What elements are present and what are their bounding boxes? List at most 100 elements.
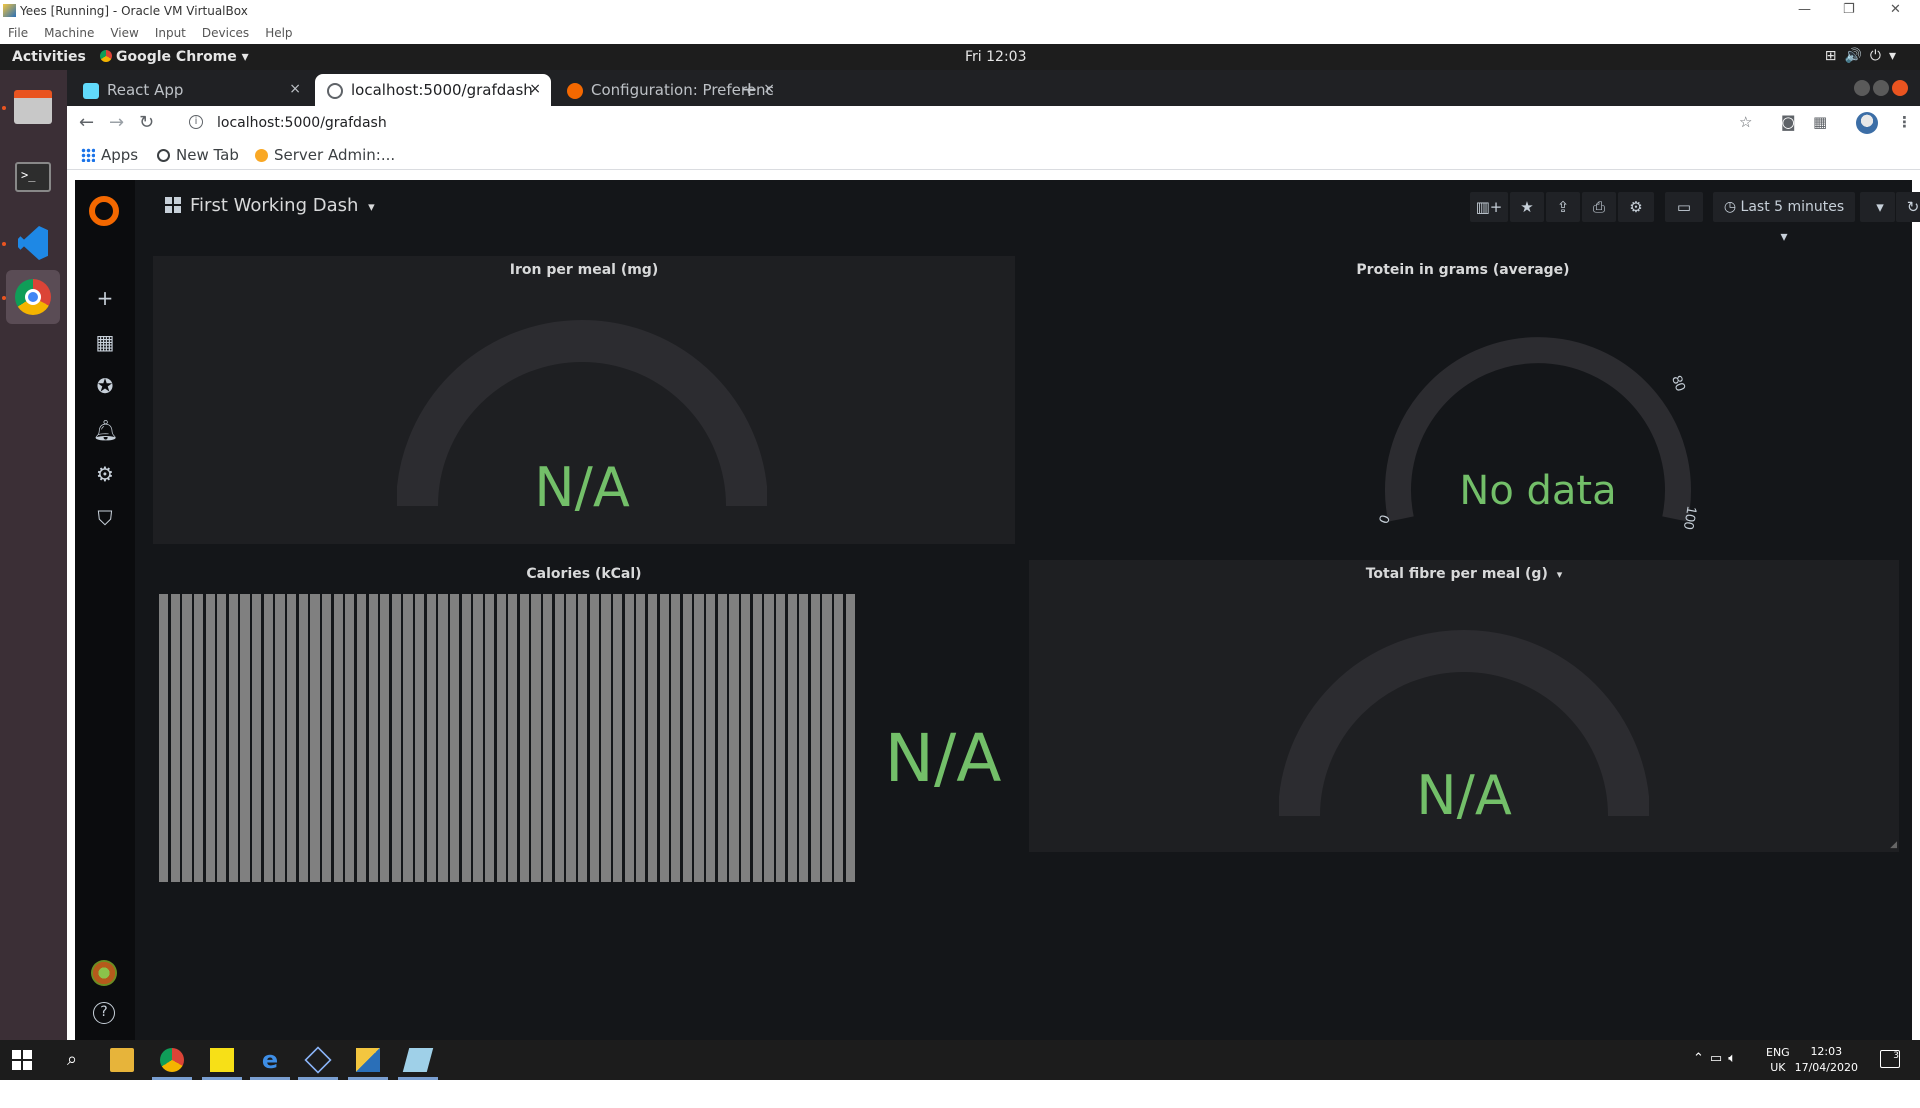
address-bar[interactable]: i localhost:5000/grafdash bbox=[179, 109, 1759, 137]
tab-close-icon[interactable]: × bbox=[763, 81, 775, 97]
bar-gauge-segment bbox=[484, 594, 495, 882]
menu-input[interactable]: Input bbox=[147, 22, 194, 40]
save-dashboard-button[interactable]: ⎙ bbox=[1582, 192, 1616, 222]
bookmark-apps[interactable]: Apps bbox=[81, 146, 138, 164]
camera-extension-icon[interactable]: ◙ bbox=[1781, 113, 1796, 131]
app-menu[interactable]: Google Chrome ▾ bbox=[100, 49, 249, 65]
server-admin-shield-icon[interactable]: ⛉ bbox=[93, 506, 117, 530]
menu-dots-icon[interactable]: ⋮ bbox=[1897, 113, 1912, 131]
taskbar-clock[interactable]: 12:03 17/04/2020 bbox=[1795, 1044, 1858, 1076]
star-icon[interactable]: ☆ bbox=[1739, 113, 1752, 131]
time-range-picker[interactable]: ◷ Last 5 minutes ▾ bbox=[1713, 192, 1855, 245]
extension-icon[interactable]: ▦ bbox=[1813, 113, 1827, 131]
explore-compass-icon[interactable]: ✪ bbox=[93, 374, 117, 398]
edge-icon[interactable]: e bbox=[258, 1048, 282, 1072]
resize-handle-icon[interactable]: ◢ bbox=[1890, 840, 1897, 850]
add-panel-button[interactable]: ▥+ bbox=[1470, 192, 1508, 222]
panel-iron[interactable]: Iron per meal (mg) N/A bbox=[153, 256, 1015, 544]
chevron-down-icon: ▾ bbox=[1888, 48, 1904, 64]
maximize-icon[interactable] bbox=[1873, 80, 1889, 96]
menu-machine[interactable]: Machine bbox=[36, 22, 102, 40]
panel-value: N/A bbox=[884, 720, 1002, 797]
refresh-button[interactable]: ↻ bbox=[1896, 192, 1920, 222]
file-explorer-icon[interactable] bbox=[110, 1048, 134, 1072]
create-plus-icon[interactable]: + bbox=[93, 286, 117, 310]
windows-start-icon[interactable] bbox=[12, 1050, 32, 1070]
configuration-gear-icon[interactable]: ⚙ bbox=[93, 462, 117, 486]
panel-calories[interactable]: Calories (kCal) N/A bbox=[153, 560, 1015, 882]
clock[interactable]: Fri 12:03 bbox=[965, 49, 1026, 65]
minimize-icon[interactable]: — bbox=[1798, 2, 1811, 17]
close-icon[interactable]: ✕ bbox=[1890, 2, 1901, 17]
taskbar-time: 12:03 bbox=[1810, 1045, 1843, 1058]
activities-button[interactable]: Activities bbox=[12, 49, 86, 65]
alerting-bell-icon[interactable]: 🔔︎ bbox=[93, 418, 118, 442]
panel-protein[interactable]: Protein in grams (average) 0 80 100 No d… bbox=[1023, 256, 1903, 544]
sticky-notes-icon[interactable] bbox=[210, 1048, 234, 1072]
vscode-icon[interactable] bbox=[6, 216, 60, 270]
running-indicator bbox=[2, 296, 6, 300]
virtualbox-icon[interactable] bbox=[304, 1046, 332, 1074]
restore-icon[interactable]: ❐ bbox=[1843, 2, 1855, 17]
notepad-icon[interactable] bbox=[402, 1048, 434, 1072]
user-avatar[interactable] bbox=[91, 960, 117, 986]
menu-help[interactable]: Help bbox=[257, 22, 300, 40]
bookmark-new-tab[interactable]: New Tab bbox=[157, 146, 239, 164]
dashboards-icon[interactable]: ▦ bbox=[93, 330, 117, 354]
bar-gauge-segment bbox=[752, 594, 762, 882]
panel-title: Protein in grams (average) bbox=[1356, 262, 1570, 278]
reload-icon[interactable]: ↻ bbox=[139, 112, 154, 133]
dashboard-title: First Working Dash bbox=[190, 195, 359, 216]
system-tray[interactable]: ⊞🔊⏻▾ bbox=[1825, 48, 1904, 64]
tab-close-icon[interactable]: × bbox=[289, 81, 301, 97]
help-icon[interactable]: ? bbox=[93, 1002, 115, 1024]
grafana-icon bbox=[567, 83, 583, 99]
star-dashboard-button[interactable]: ★ bbox=[1510, 192, 1544, 222]
grafana-sidebar: + ▦ ✪ 🔔︎ ⚙ ⛉ ? bbox=[75, 180, 135, 1040]
dashboard-picker[interactable]: First Working Dash ▾ bbox=[165, 195, 375, 216]
notification-center-icon[interactable]: 3 bbox=[1880, 1050, 1900, 1068]
info-icon[interactable]: i bbox=[189, 115, 203, 129]
search-icon[interactable]: ⌕ bbox=[60, 1048, 84, 1072]
tab-label: localhost:5000/grafdash bbox=[351, 81, 533, 99]
vm-window-icon[interactable] bbox=[356, 1048, 380, 1072]
language-indicator[interactable]: ENG UK bbox=[1766, 1045, 1790, 1075]
ubuntu-top-bar: Activities Google Chrome ▾ Fri 12:03 ⊞🔊⏻… bbox=[0, 44, 1920, 70]
bar-gauge-segment bbox=[647, 594, 658, 882]
menu-view[interactable]: View bbox=[102, 22, 146, 40]
grafana-icon bbox=[255, 149, 268, 162]
bar-gauge-segment bbox=[694, 594, 704, 882]
minimize-icon[interactable] bbox=[1854, 80, 1870, 96]
close-icon[interactable] bbox=[1892, 80, 1908, 96]
lang-bottom: UK bbox=[1770, 1061, 1786, 1074]
refresh-interval-button[interactable]: ▾ bbox=[1865, 192, 1895, 222]
tab-close-icon[interactable]: × bbox=[529, 81, 541, 97]
chevron-down-icon[interactable]: ▾ bbox=[1557, 568, 1563, 581]
network-icon: ⊞ bbox=[1824, 48, 1845, 64]
grafana-logo-icon[interactable] bbox=[89, 196, 119, 226]
tray-icons[interactable]: ⌃▭🔈︎ bbox=[1693, 1051, 1742, 1066]
tab-grafdash[interactable]: localhost:5000/grafdash × bbox=[315, 74, 551, 106]
profile-avatar[interactable] bbox=[1856, 112, 1878, 134]
terminal-icon[interactable]: >_ bbox=[6, 150, 60, 204]
panel-title-row: Total fibre per meal (g) ▾ bbox=[1029, 566, 1899, 582]
tab-react-app[interactable]: React App × bbox=[71, 74, 311, 106]
bookmark-server-admin[interactable]: Server Admin:... bbox=[255, 146, 395, 164]
chrome-icon[interactable] bbox=[160, 1048, 184, 1072]
menu-devices[interactable]: Devices bbox=[194, 22, 257, 40]
back-icon[interactable]: ← bbox=[79, 112, 94, 133]
tv-mode-button[interactable]: ▭ bbox=[1665, 192, 1703, 222]
dashboard-settings-button[interactable]: ⚙ bbox=[1618, 192, 1654, 222]
chrome-icon[interactable] bbox=[6, 270, 60, 324]
forward-icon[interactable]: → bbox=[109, 112, 124, 133]
menu-file[interactable]: File bbox=[0, 22, 36, 40]
bar-gauge-segment bbox=[671, 594, 681, 882]
share-dashboard-button[interactable]: ⇪ bbox=[1546, 192, 1580, 222]
files-icon[interactable] bbox=[6, 80, 60, 134]
bar-gauge-segment bbox=[193, 594, 204, 882]
show-applications-icon[interactable] bbox=[16, 1080, 48, 1108]
dashboard-grid-icon bbox=[165, 197, 181, 213]
new-tab-button[interactable]: + bbox=[741, 77, 758, 101]
bar-gauge-segment bbox=[345, 594, 355, 882]
panel-fibre[interactable]: Total fibre per meal (g) ▾ N/A ◢ bbox=[1029, 560, 1899, 852]
